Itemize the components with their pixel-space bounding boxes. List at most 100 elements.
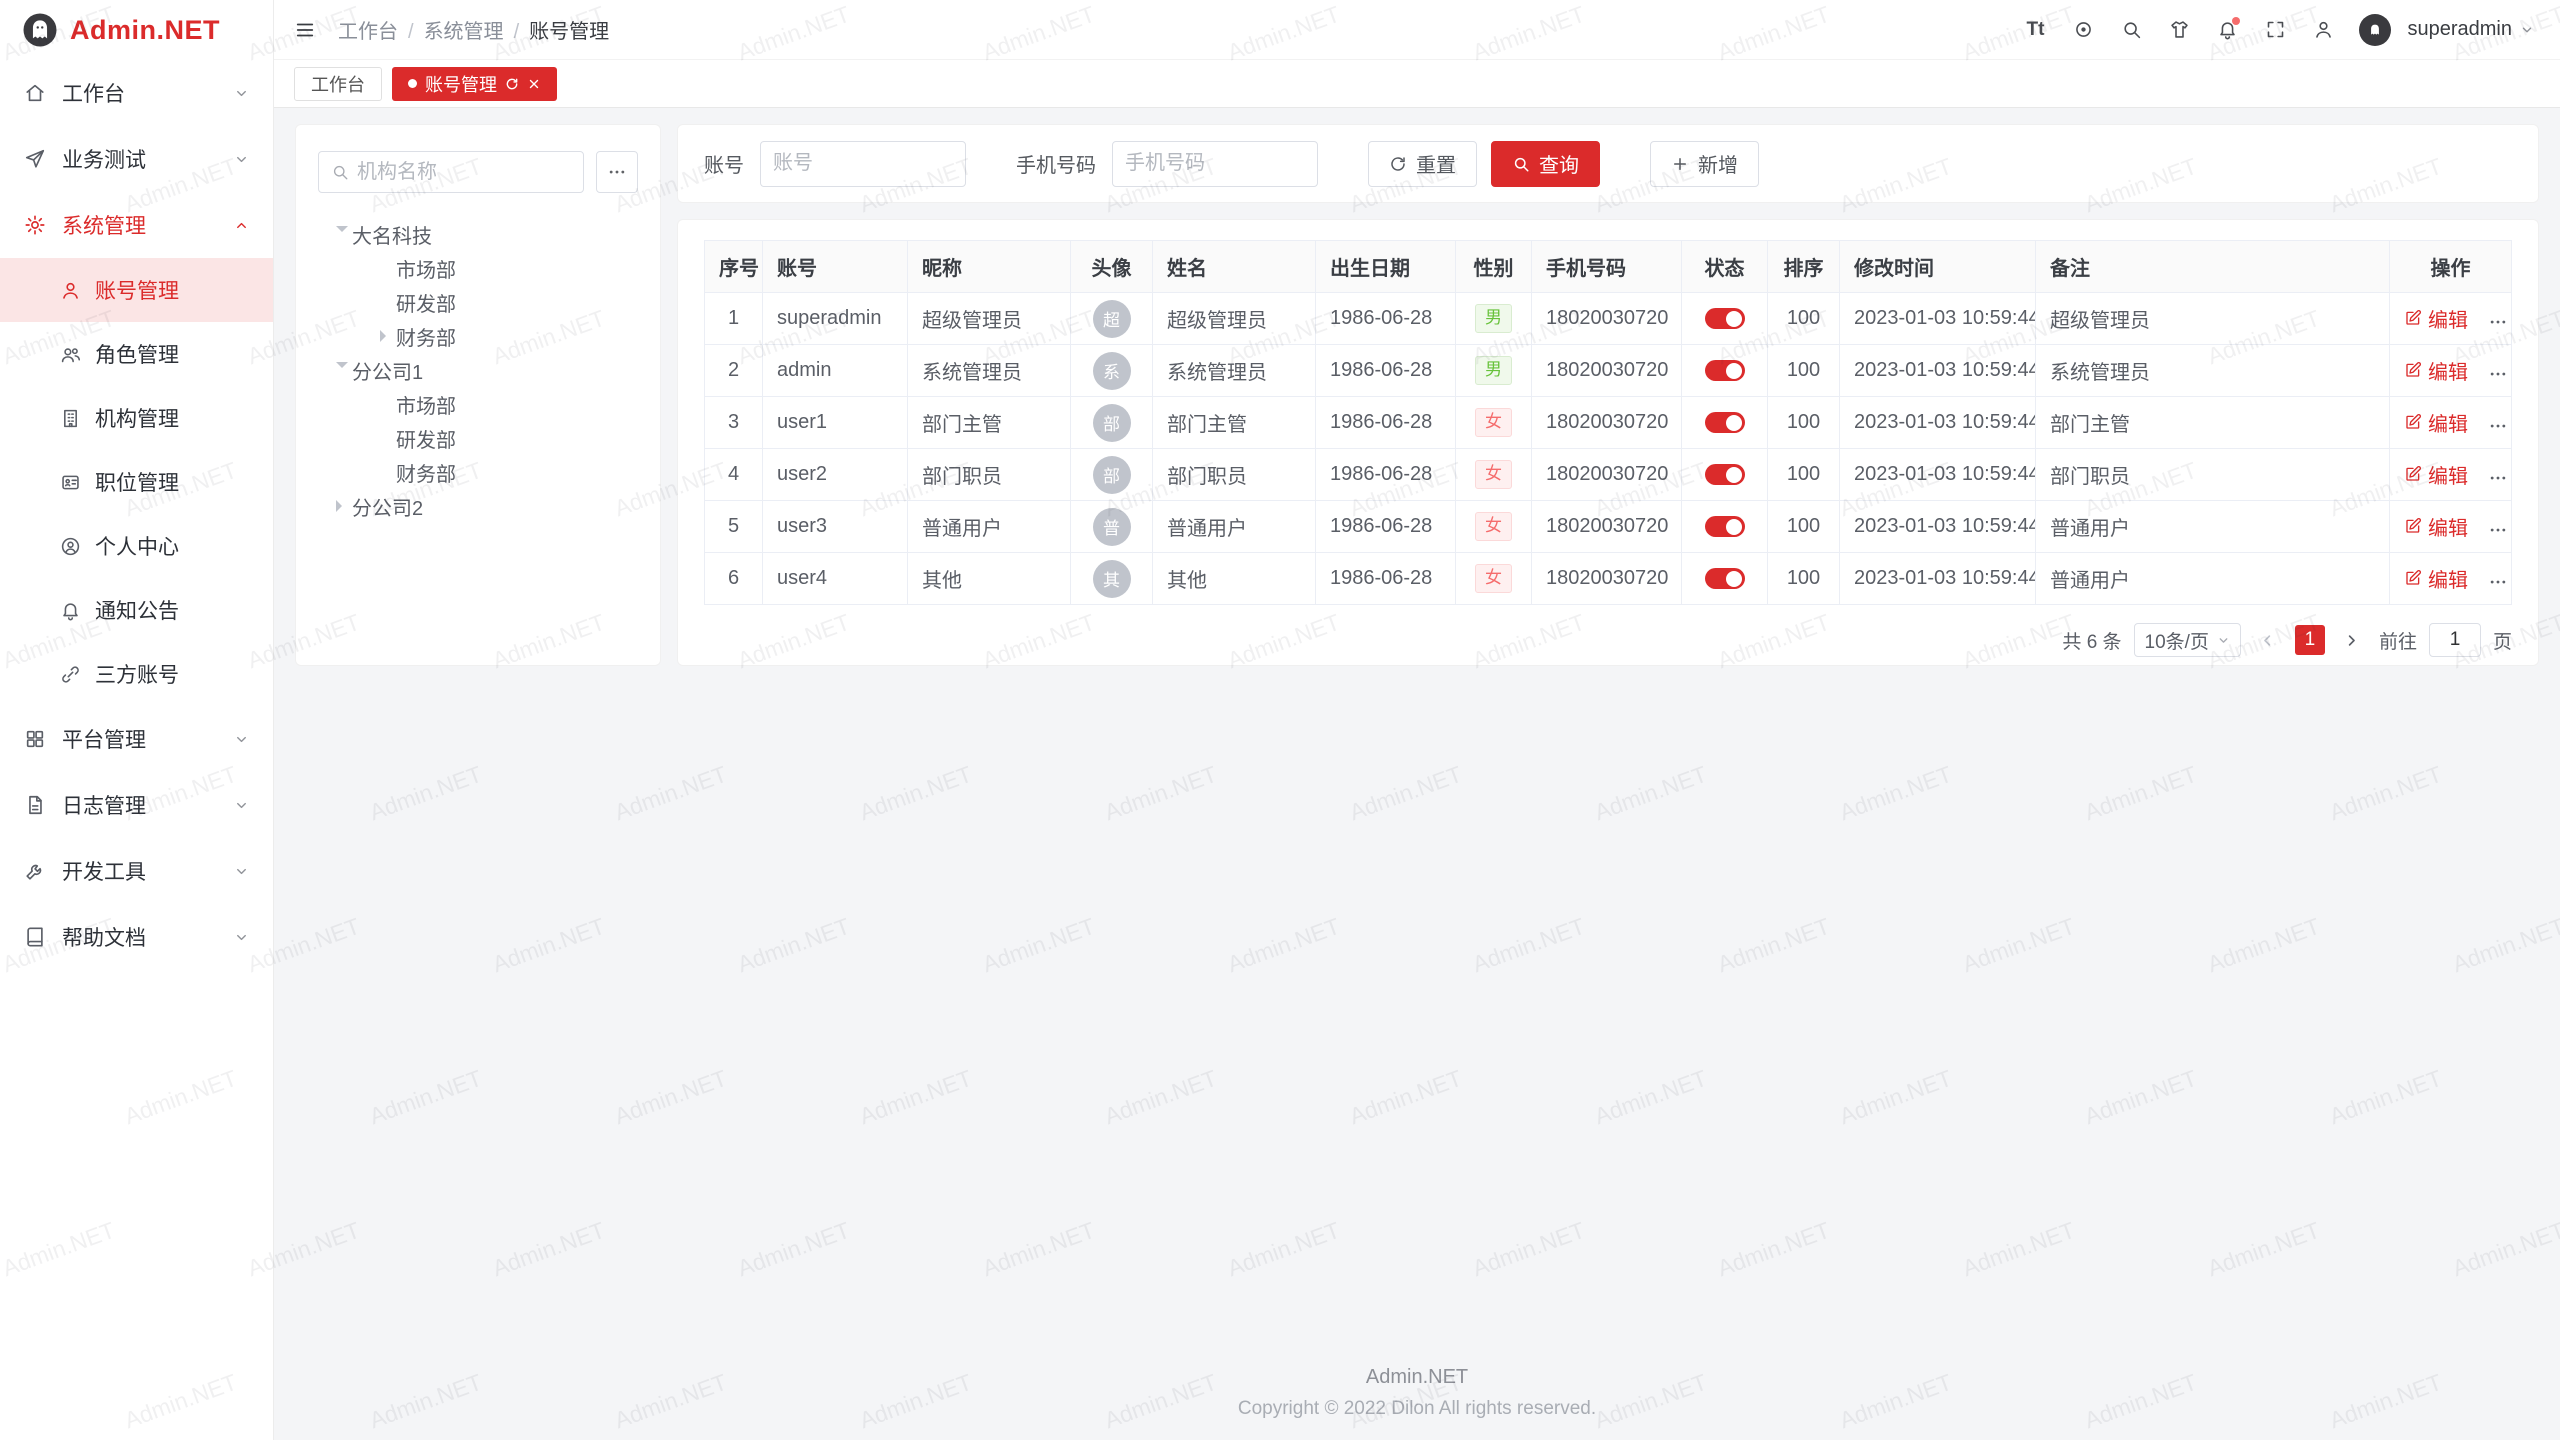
- cell-nickname: 部门主管: [908, 397, 1071, 449]
- cell-order: 100: [1768, 449, 1840, 501]
- sidebar-subitem-account-management[interactable]: 账号管理: [0, 258, 273, 322]
- tree-node[interactable]: 市场部: [318, 251, 638, 285]
- pagination-total: 共 6 条: [2062, 627, 2121, 654]
- tree-node[interactable]: 市场部: [318, 387, 638, 421]
- org-more-button[interactable]: [596, 151, 638, 193]
- profile-button[interactable]: [2303, 10, 2343, 50]
- user-menu[interactable]: superadmin: [2407, 18, 2534, 41]
- reset-button[interactable]: 重置: [1368, 141, 1477, 187]
- cell-modified-time: 2023-01-03 10:59:44: [1840, 553, 2036, 605]
- prev-page-button[interactable]: [2253, 625, 2283, 655]
- cell-order: 100: [1768, 397, 1840, 449]
- next-page-button[interactable]: [2337, 625, 2367, 655]
- sidebar-item-platform-management[interactable]: 平台管理: [0, 706, 273, 772]
- edit-button-label: 编辑: [2428, 304, 2468, 333]
- add-button[interactable]: 新增: [1650, 141, 1759, 187]
- font-size-button[interactable]: Tt: [2015, 10, 2055, 50]
- org-search-input[interactable]: [357, 161, 571, 184]
- table-row: 1 superadmin 超级管理员 超 超级管理员 1986-06-28 男 …: [705, 293, 2512, 345]
- tree-node[interactable]: 大名科技: [318, 217, 638, 251]
- notification-button[interactable]: [2207, 10, 2247, 50]
- theme-button[interactable]: [2159, 10, 2199, 50]
- col-account: 账号: [763, 241, 908, 293]
- edit-button[interactable]: 编辑: [2404, 460, 2468, 489]
- add-button-label: 新增: [1698, 149, 1738, 178]
- cell-index: 2: [705, 345, 763, 397]
- sidebar-item-help-docs[interactable]: 帮助文档: [0, 904, 273, 970]
- col-remark: 备注: [2036, 241, 2390, 293]
- sidebar-subitem-third-party-account[interactable]: 三方账号: [0, 642, 273, 706]
- edit-button[interactable]: 编辑: [2404, 564, 2468, 593]
- sidebar-subitem-notice[interactable]: 通知公告: [0, 578, 273, 642]
- sidebar-item-workbench[interactable]: 工作台: [0, 60, 273, 126]
- avatar[interactable]: [2359, 14, 2391, 46]
- edit-button[interactable]: 编辑: [2404, 304, 2468, 333]
- close-icon[interactable]: [527, 77, 541, 91]
- logo[interactable]: Admin.NET: [0, 0, 273, 60]
- query-button[interactable]: 查询: [1491, 141, 1600, 187]
- goto-label: 前往: [2379, 627, 2417, 654]
- hamburger-menu-icon[interactable]: [294, 19, 316, 41]
- chevron-down-icon: [234, 930, 249, 945]
- edit-button[interactable]: 编辑: [2404, 512, 2468, 541]
- avatar: 其: [1093, 560, 1131, 598]
- chevron-down-icon: [2520, 23, 2534, 37]
- breadcrumb-item[interactable]: 工作台: [338, 15, 414, 44]
- edit-button[interactable]: 编辑: [2404, 356, 2468, 385]
- sidebar-subitem-position-management[interactable]: 职位管理: [0, 450, 273, 514]
- status-toggle[interactable]: [1705, 516, 1745, 537]
- tree-node[interactable]: 研发部: [318, 285, 638, 319]
- cell-gender: 女: [1456, 397, 1532, 449]
- status-toggle[interactable]: [1705, 308, 1745, 329]
- status-toggle[interactable]: [1705, 412, 1745, 433]
- phone-filter-input[interactable]: [1125, 152, 1305, 175]
- row-more-button[interactable]: [2488, 416, 2508, 436]
- sidebar-subitem-label: 个人中心: [95, 531, 249, 561]
- search-button[interactable]: [2111, 10, 2151, 50]
- sidebar-item-system-management[interactable]: 系统管理: [0, 192, 273, 258]
- cell-actions: 编辑: [2390, 449, 2512, 501]
- row-more-button[interactable]: [2488, 572, 2508, 592]
- tab-account-management[interactable]: 账号管理: [392, 67, 557, 101]
- edit-button[interactable]: 编辑: [2404, 408, 2468, 437]
- sidebar-subitem-org-management[interactable]: 机构管理: [0, 386, 273, 450]
- page-size-select[interactable]: 10条/页: [2134, 623, 2241, 657]
- goto-page-input[interactable]: [2429, 623, 2481, 657]
- locate-button[interactable]: [2063, 10, 2103, 50]
- fullscreen-button[interactable]: [2255, 10, 2295, 50]
- status-toggle[interactable]: [1705, 360, 1745, 381]
- sidebar-subitem-role-management[interactable]: 角色管理: [0, 322, 273, 386]
- header-actions: Tt superadmin: [2015, 10, 2534, 50]
- cell-remark: 部门职员: [2036, 449, 2390, 501]
- sidebar-subitem-personal-center[interactable]: 个人中心: [0, 514, 273, 578]
- sidebar-item-business-test[interactable]: 业务测试: [0, 126, 273, 192]
- sidebar-item-log-management[interactable]: 日志管理: [0, 772, 273, 838]
- sidebar-item-label: 平台管理: [62, 724, 218, 754]
- page-number-button[interactable]: 1: [2295, 625, 2325, 655]
- refresh-icon[interactable]: [505, 77, 519, 91]
- tree-node[interactable]: 分公司1: [318, 353, 638, 387]
- row-more-button[interactable]: [2488, 468, 2508, 488]
- query-button-label: 查询: [1539, 149, 1579, 178]
- tab-workbench[interactable]: 工作台: [294, 67, 382, 101]
- chevron-left-icon: [2260, 633, 2275, 648]
- cell-status: [1682, 397, 1768, 449]
- tree-node[interactable]: 分公司2: [318, 489, 638, 523]
- sidebar-item-dev-tools[interactable]: 开发工具: [0, 838, 273, 904]
- tree-node-label: 市场部: [396, 254, 456, 283]
- tree-node[interactable]: 研发部: [318, 421, 638, 455]
- status-toggle[interactable]: [1705, 464, 1745, 485]
- cell-actions: 编辑: [2390, 553, 2512, 605]
- table-header-row: 序号 账号 昵称 头像 姓名 出生日期 性别 手机号码 状态 排序 修改时间: [705, 241, 2512, 293]
- breadcrumb-item[interactable]: 系统管理: [424, 15, 520, 44]
- col-nickname: 昵称: [908, 241, 1071, 293]
- row-more-button[interactable]: [2488, 312, 2508, 332]
- row-more-button[interactable]: [2488, 364, 2508, 384]
- status-toggle[interactable]: [1705, 568, 1745, 589]
- avatar: 部: [1093, 404, 1131, 442]
- row-more-button[interactable]: [2488, 520, 2508, 540]
- cell-account: user1: [763, 397, 908, 449]
- tree-node[interactable]: 财务部: [318, 319, 638, 353]
- tree-node[interactable]: 财务部: [318, 455, 638, 489]
- account-filter-input[interactable]: [773, 152, 953, 175]
